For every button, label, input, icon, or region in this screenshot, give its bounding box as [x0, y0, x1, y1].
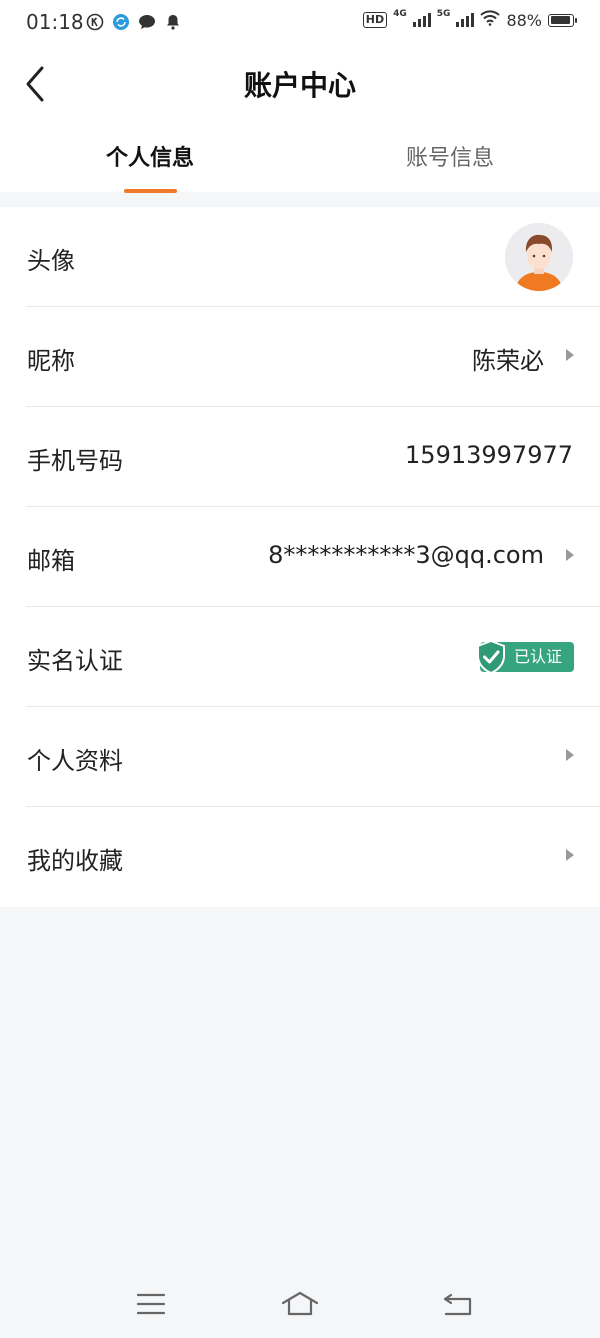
chevron-right-icon	[566, 549, 574, 561]
status-bar: 01:18 HD 4G 5G 88%	[0, 0, 600, 46]
system-nav-bar	[0, 1268, 600, 1338]
row-avatar[interactable]: 头像	[0, 207, 600, 307]
chat-icon	[138, 13, 156, 31]
battery-icon	[548, 13, 577, 27]
sync-icon	[112, 13, 130, 31]
page-title: 账户中心	[243, 69, 356, 102]
row-nickname[interactable]: 昵称 陈荣必	[0, 307, 600, 407]
row-favorites[interactable]: 我的收藏	[0, 807, 600, 907]
row-profile[interactable]: 个人资料	[0, 707, 600, 807]
nickname-value: 陈荣必	[472, 347, 544, 375]
battery-percent: 88%	[506, 10, 542, 30]
bell-icon	[164, 13, 182, 31]
row-email[interactable]: 邮箱 8***********3@qq.com	[0, 507, 600, 607]
menu-icon[interactable]	[130, 1288, 170, 1320]
row-real-name[interactable]: 实名认证 已认证	[0, 607, 600, 707]
row-phone: 手机号码 15913997977	[0, 407, 600, 507]
row-label: 手机号码	[27, 447, 123, 475]
signal-icon	[456, 13, 475, 27]
chevron-right-icon	[566, 349, 574, 361]
hd-icon: HD	[362, 12, 388, 28]
chevron-right-icon	[566, 749, 574, 761]
row-label: 个人资料	[27, 747, 123, 775]
tab-indicator	[124, 189, 177, 193]
row-label: 我的收藏	[27, 847, 123, 875]
k-icon	[86, 13, 104, 31]
row-label: 头像	[27, 247, 75, 275]
row-label: 昵称	[27, 347, 75, 375]
info-list: 头像 昵称 陈荣必 手机号码 15913997977 邮箱 8*********…	[0, 207, 600, 907]
status-time: 01:18	[26, 10, 84, 34]
home-icon[interactable]	[280, 1288, 320, 1320]
tab-personal-info[interactable]: 个人信息	[0, 140, 300, 172]
wifi-icon	[480, 10, 501, 30]
shield-check-icon	[476, 640, 505, 674]
tab-account-info[interactable]: 账号信息	[300, 140, 600, 172]
chevron-right-icon	[566, 849, 574, 861]
signal-icon	[412, 13, 431, 27]
avatar	[505, 223, 573, 291]
verified-badge: 已认证	[476, 640, 574, 674]
email-value: 8***********3@qq.com	[268, 541, 544, 569]
row-label: 实名认证	[27, 647, 123, 675]
row-label: 邮箱	[27, 547, 75, 575]
phone-value: 15913997977	[405, 441, 573, 469]
back-icon[interactable]	[438, 1288, 478, 1320]
